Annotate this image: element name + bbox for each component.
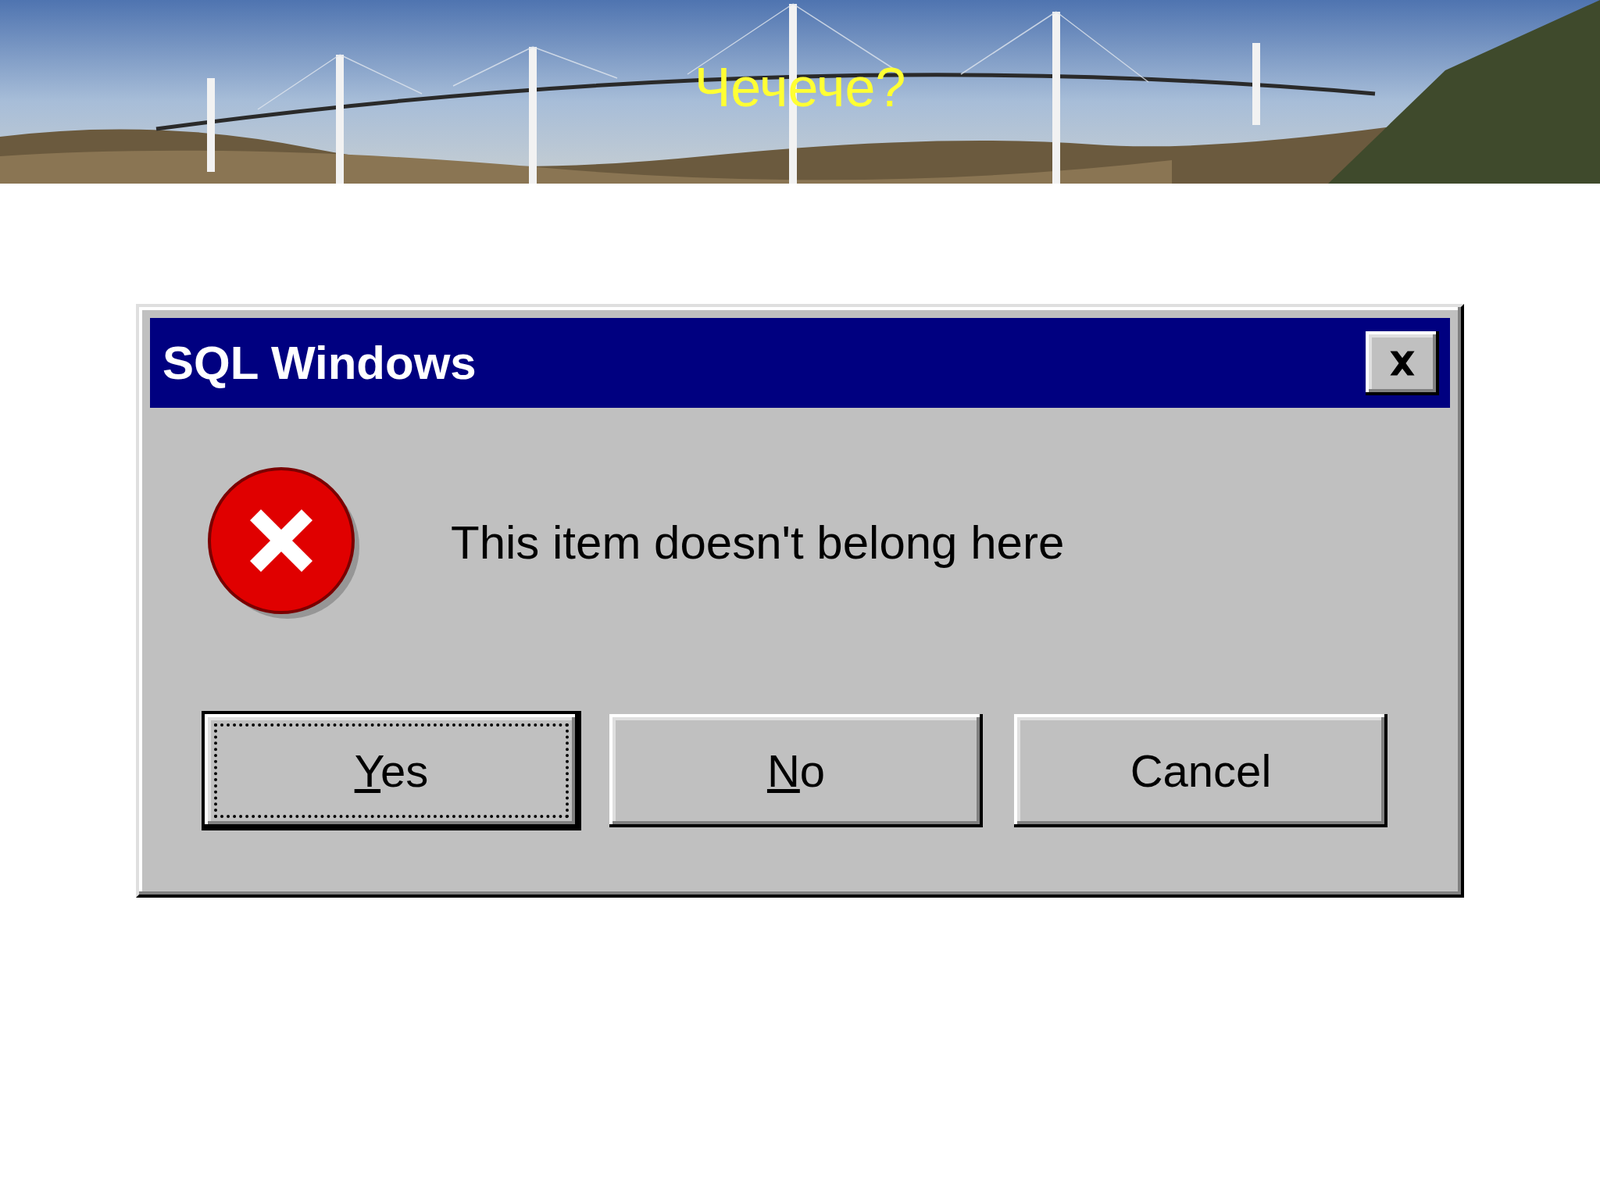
slide: Чечече? SQL Windows This item doesn't be… <box>0 0 1600 1200</box>
slide-title: Чечече? <box>694 57 907 126</box>
dialog-message: This item doesn't belong here <box>450 515 1065 570</box>
close-button[interactable] <box>1365 331 1440 396</box>
close-icon <box>1384 347 1421 379</box>
title-bar[interactable]: SQL Windows <box>150 317 1450 408</box>
error-icon <box>204 464 361 621</box>
banner-photo: Чечече? <box>0 0 1600 184</box>
dialog-button[interactable]: Cancel <box>1014 714 1388 828</box>
error-dialog: SQL Windows This item doesn't belong her… <box>135 303 1465 898</box>
dialog-button[interactable]: Yes <box>204 714 579 828</box>
dialog-button[interactable]: No <box>609 714 983 828</box>
dialog-title: SQL Windows <box>162 335 477 390</box>
